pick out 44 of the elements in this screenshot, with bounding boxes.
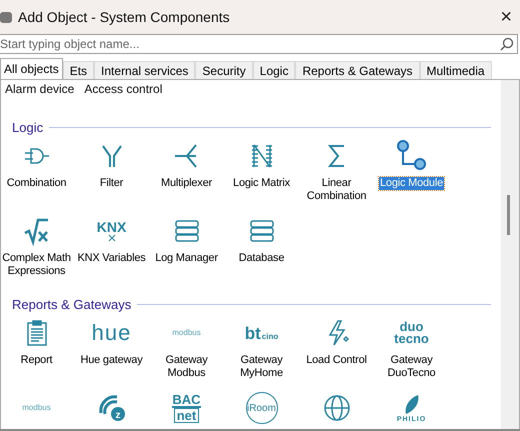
tab[interactable]: Logic	[252, 61, 296, 79]
hue-logo: hue	[92, 322, 132, 344]
object-label[interactable]: Gateway MyHome	[224, 354, 299, 380]
object-label[interactable]: Logic Matrix	[232, 177, 291, 190]
scrollbar-thumb[interactable]	[507, 195, 510, 235]
tab[interactable]: Reports & Gateways	[295, 61, 420, 79]
tab[interactable]: All objects	[0, 58, 63, 79]
tab[interactable]: Internal services	[94, 61, 196, 79]
bacnet-logo: BAC net	[172, 393, 201, 423]
object-label[interactable]: Load Control	[305, 354, 368, 367]
scrollbar[interactable]	[501, 80, 519, 429]
search-icon	[500, 37, 514, 51]
duotecno-logo: duo tecno	[394, 321, 429, 345]
search-field[interactable]: Start typing object name...	[0, 34, 518, 54]
section-title: Logic	[12, 120, 44, 135]
object-label[interactable]: Report	[20, 354, 54, 367]
object-label[interactable]: Complex Math Expressions	[1, 252, 74, 278]
section-title: Reports & Gateways	[12, 297, 132, 312]
tab[interactable]: Ets	[62, 61, 94, 79]
window-title: Add Object - System Components	[18, 9, 231, 25]
object-label[interactable]: Gateway Modbus	[149, 354, 224, 380]
tab[interactable]: Multimedia	[420, 61, 492, 79]
tab[interactable]: Security	[195, 61, 253, 79]
modbus-logo: modbus	[172, 329, 201, 337]
connected-nodes-icon	[394, 139, 428, 173]
object-label[interactable]: Filter	[98, 177, 124, 190]
object-label[interactable]: Hue gateway	[79, 354, 144, 367]
object-label[interactable]: Access control	[84, 82, 162, 110]
modbus-logo: modbus	[22, 404, 51, 412]
iroom-logo: iRoom	[246, 392, 278, 424]
object-label[interactable]: KNX Variables	[76, 252, 147, 265]
knx-logo: KNX	[96, 220, 126, 242]
close-button[interactable]: ×	[500, 6, 512, 28]
object-label[interactable]: Multiplexer	[160, 177, 213, 190]
globe-icon	[322, 393, 352, 423]
object-label[interactable]: Log Manager	[154, 252, 219, 265]
object-label[interactable]: Gateway DuoTecno	[374, 354, 449, 380]
object-label[interactable]: Combination	[6, 177, 68, 190]
object-label[interactable]: Logic Module	[378, 177, 444, 190]
object-label[interactable]: Linear Combination	[299, 177, 374, 203]
object-label[interactable]: Database	[238, 252, 286, 265]
bticino-logo: btcino	[244, 324, 278, 342]
object-label[interactable]: Alarm device	[5, 82, 74, 110]
zwave-logo: z	[96, 393, 126, 423]
